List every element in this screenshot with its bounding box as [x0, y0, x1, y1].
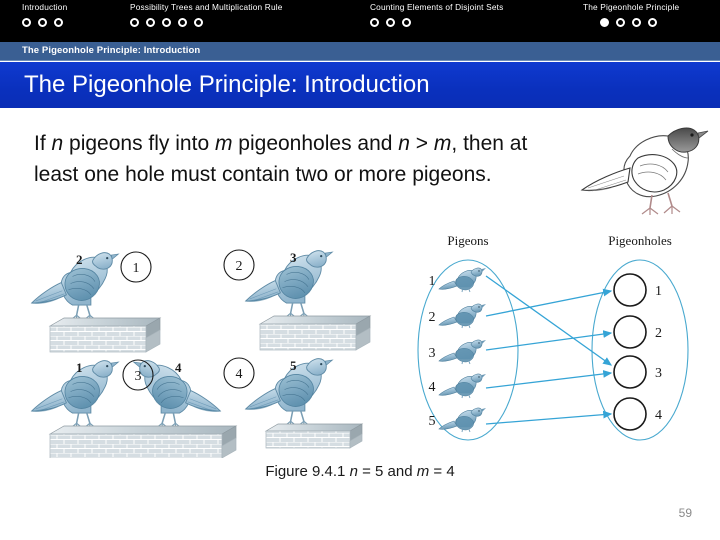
caption-middle-1: = 5 and — [357, 463, 417, 480]
pigeon-element-label: 1 — [429, 274, 436, 289]
pigeon-element-label: 2 — [429, 310, 436, 325]
nav-section-label: The Pigeonhole Principle — [583, 2, 680, 12]
hole-circle — [613, 355, 647, 389]
figure-caption: Figure 9.4.1 n = 5 and m = 4 — [0, 463, 720, 480]
page-title: The Pigeonhole Principle: Introduction — [24, 71, 430, 98]
hole-circle — [613, 397, 647, 431]
variable-n-2: n — [398, 132, 410, 155]
pedestal-group-2: 3 2 — [223, 249, 371, 351]
hole-element-2: 2 — [613, 315, 662, 349]
hole-element-label: 2 — [655, 326, 662, 341]
statement-operator: > — [409, 132, 434, 155]
mapping-arrow-4-to-3 — [485, 370, 613, 389]
nav-dot-group — [370, 18, 503, 27]
pigeon-element-2: 2 — [429, 303, 487, 329]
pigeon-number-label: 4 — [175, 360, 182, 375]
nav-dot-active[interactable] — [600, 18, 609, 27]
nav-dot[interactable] — [178, 18, 187, 27]
caption-variable-m: m — [416, 463, 430, 480]
pedestal-group-4: 5 4 — [223, 357, 364, 449]
hole-circle — [613, 273, 647, 307]
statement-part-3: pigeonholes and — [232, 132, 399, 155]
nav-section-counting-disjoint-sets[interactable]: Counting Elements of Disjoint Sets — [370, 2, 503, 27]
variable-m-2: m — [433, 132, 452, 155]
statement-part-1: If — [34, 132, 52, 155]
variable-n: n — [51, 132, 64, 155]
nav-dot[interactable] — [616, 18, 625, 27]
pigeon-number-label: 2 — [76, 252, 83, 267]
nav-section-label: Introduction — [22, 2, 68, 12]
hole-element-1: 1 — [613, 273, 662, 307]
pigeon-number-label: 5 — [290, 358, 297, 373]
nav-section-possibility-trees[interactable]: Possibility Trees and Multiplication Rul… — [130, 2, 283, 27]
breadcrumb: The Pigeonhole Principle: Introduction — [22, 45, 201, 56]
nav-dot[interactable] — [162, 18, 171, 27]
nav-dot[interactable] — [632, 18, 641, 27]
hole-element-label: 1 — [655, 284, 662, 299]
nav-section-pigeonhole-principle[interactable]: The Pigeonhole Principle — [583, 2, 679, 27]
nav-section-label: Possibility Trees and Multiplication Rul… — [130, 2, 283, 12]
nav-dot[interactable] — [370, 18, 379, 27]
pedestal — [49, 317, 161, 353]
nav-dot[interactable] — [402, 18, 411, 27]
breadcrumb-strip: The Pigeonhole Principle: Introduction — [0, 42, 720, 61]
pigeon-element-4: 4 — [429, 373, 487, 399]
statement-part-2: pigeons fly into — [63, 132, 215, 155]
nav-section-label: Counting Elements of Disjoint Sets — [370, 2, 504, 12]
pigeon-element-label: 3 — [429, 346, 436, 361]
mapping-arrow-5-to-4 — [485, 410, 613, 425]
caption-variable-n: n — [349, 463, 358, 480]
pigeon-number-label: 3 — [290, 250, 297, 265]
nav-dot[interactable] — [648, 18, 657, 27]
nav-dot[interactable] — [194, 18, 203, 27]
nav-dot[interactable] — [38, 18, 47, 27]
nav-dot[interactable] — [54, 18, 63, 27]
nav-dot[interactable] — [146, 18, 155, 27]
pedestal-group-1: 2 1 — [30, 251, 161, 353]
pigeon-element-label: 4 — [429, 380, 436, 395]
hole-number-label: 3 — [135, 369, 142, 384]
hole-element-4: 4 — [613, 397, 662, 431]
nav-section-introduction[interactable]: Introduction — [22, 2, 67, 27]
hole-number-label: 1 — [133, 261, 140, 276]
caption-prefix: Figure 9.4.1 — [265, 463, 350, 480]
set-label-pigeons: Pigeons — [447, 233, 488, 248]
nav-dot-group — [22, 18, 67, 27]
hole-circle — [613, 315, 647, 349]
mapping-arrow-2-to-1 — [485, 288, 613, 317]
pigeonhole-mapping-diagram: Pigeons Pigeonholes 1 2 3 4 5 1 2 3 4 — [408, 232, 710, 446]
hole-element-label: 4 — [655, 408, 662, 423]
variable-m: m — [214, 132, 233, 155]
pigeon-number-label: 1 — [76, 360, 83, 375]
mapping-arrow-1-to-3 — [485, 275, 613, 366]
nav-dot[interactable] — [130, 18, 139, 27]
pigeons-on-pedestals-illustration: 2 1 3 2 1 4 3 5 4 — [28, 232, 388, 458]
pedestal — [259, 315, 371, 351]
slide-title-band: The Pigeonhole Principle: Introduction — [0, 62, 720, 108]
hole-element-3: 3 — [613, 355, 662, 389]
hole-number-label: 4 — [236, 367, 243, 382]
hole-number-label: 2 — [236, 259, 243, 274]
pigeon-element-label: 5 — [429, 414, 436, 429]
top-navigation-bar: Introduction Possibility Trees and Multi… — [0, 0, 720, 42]
nav-dot-group — [600, 18, 679, 27]
nav-dot[interactable] — [22, 18, 31, 27]
pigeon-element-3: 3 — [429, 339, 487, 365]
sketch-bird-body — [580, 127, 709, 215]
nav-dot-group — [130, 18, 283, 27]
principle-statement: If n pigeons fly into m pigeonholes and … — [34, 128, 574, 190]
set-label-pigeonholes: Pigeonholes — [608, 233, 672, 248]
caption-middle-2: = 4 — [429, 463, 455, 480]
hole-element-label: 3 — [655, 366, 662, 381]
pedestal-group-3: 1 4 3 — [30, 359, 238, 458]
pigeon-sketch-illustration — [572, 122, 712, 226]
nav-dot[interactable] — [386, 18, 395, 27]
page-number: 59 — [678, 506, 692, 520]
